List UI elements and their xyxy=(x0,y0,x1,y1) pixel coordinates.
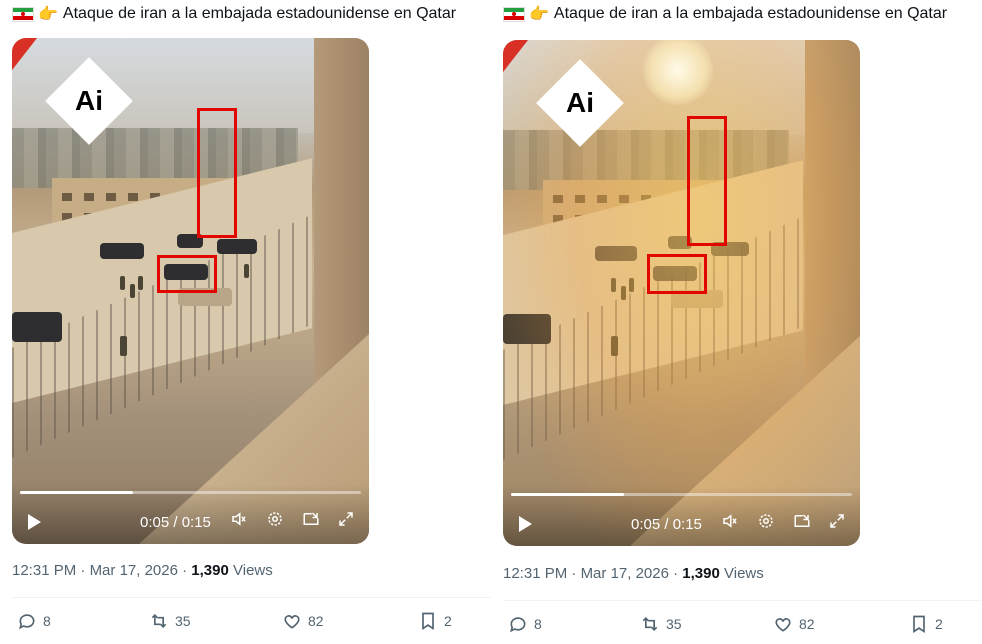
bookmark-count: 2 xyxy=(444,613,452,629)
meta-separator: · xyxy=(182,562,188,579)
video-control-row: 0:05 / 0:15 xyxy=(12,510,369,534)
meta-separator: · xyxy=(673,565,679,582)
views-label: Views xyxy=(233,562,273,579)
person xyxy=(130,284,135,298)
reply-count: 8 xyxy=(43,613,51,629)
highlight-box-flagpole xyxy=(197,108,237,238)
repost-button[interactable]: 35 xyxy=(149,611,191,631)
tweet-text-content: Ataque de iran a la embajada estadounide… xyxy=(553,5,948,22)
meta-separator: · xyxy=(571,565,577,582)
volume-icon[interactable] xyxy=(228,510,250,535)
iran-flag-icon xyxy=(12,6,34,22)
tweet-panel-left: 👉 Ataque de iran a la embajada estadouni… xyxy=(0,0,491,644)
views-count: 1,390 xyxy=(682,565,720,582)
vehicle xyxy=(100,243,144,259)
bookmark-count: 2 xyxy=(935,616,943,632)
repost-count: 35 xyxy=(666,616,682,632)
video-controls: 0:05 / 0:15 xyxy=(12,484,369,544)
like-button[interactable]: 82 xyxy=(282,611,324,631)
gear-icon[interactable] xyxy=(755,512,777,537)
fullscreen-icon[interactable] xyxy=(335,510,357,535)
tweet-panel-right: 👉 Ataque de iran a la embajada estadouni… xyxy=(491,0,982,644)
highlight-box-vehicle xyxy=(647,254,707,294)
tweet-date[interactable]: Mar 17, 2026 xyxy=(581,565,669,582)
repost-icon xyxy=(642,616,658,632)
gear-icon[interactable] xyxy=(264,510,286,535)
highlight-box-flagpole xyxy=(687,116,727,246)
iran-flag-icon xyxy=(503,6,525,22)
reply-icon xyxy=(510,617,526,633)
video-controls: 0:05 / 0:15 xyxy=(503,486,860,546)
repost-icon xyxy=(151,613,167,629)
tweet-actions: 8 35 82 2 xyxy=(503,614,948,636)
fullscreen-icon[interactable] xyxy=(826,512,848,537)
vehicle xyxy=(12,312,62,342)
video-progress-bar[interactable] xyxy=(511,493,852,496)
vehicle xyxy=(217,239,257,254)
bookmark-icon xyxy=(913,615,925,634)
reply-count: 8 xyxy=(534,616,542,632)
video-time: 0:05 / 0:15 xyxy=(631,515,702,533)
heart-icon xyxy=(775,618,791,632)
video-player[interactable]: Ai 0:05 / 0:15 xyxy=(503,40,860,546)
divider xyxy=(12,597,491,598)
ai-badge: Ai xyxy=(536,59,624,147)
play-icon[interactable] xyxy=(28,514,41,530)
ai-label: Ai xyxy=(75,85,103,116)
video-progress-fill xyxy=(20,491,133,494)
views-label: Views xyxy=(724,565,764,582)
tweet-text: 👉 Ataque de iran a la embajada estadouni… xyxy=(12,4,456,24)
video-time: 0:05 / 0:15 xyxy=(140,513,211,531)
meta-separator: · xyxy=(80,562,86,579)
play-icon[interactable] xyxy=(519,516,532,532)
repost-button[interactable]: 35 xyxy=(640,614,682,634)
ai-badge: Ai xyxy=(45,57,133,145)
reply-button[interactable]: 8 xyxy=(17,611,51,631)
like-button[interactable]: 82 xyxy=(773,614,815,634)
video-player[interactable]: Ai 0:05 / 0:15 xyxy=(12,38,369,544)
volume-icon[interactable] xyxy=(719,512,741,537)
picture-in-picture-icon[interactable] xyxy=(300,510,322,535)
picture-in-picture-icon[interactable] xyxy=(791,512,813,537)
person xyxy=(120,336,127,356)
video-control-row: 0:05 / 0:15 xyxy=(503,512,860,536)
divider xyxy=(503,600,982,601)
person xyxy=(138,276,143,290)
tweet-time[interactable]: 12:31 PM xyxy=(12,562,76,579)
person xyxy=(120,276,125,290)
ai-label: Ai xyxy=(566,87,594,118)
bookmark-icon xyxy=(422,612,434,631)
tweet-time[interactable]: 12:31 PM xyxy=(503,565,567,582)
reply-button[interactable]: 8 xyxy=(508,614,542,634)
bookmark-button[interactable]: 2 xyxy=(909,614,943,634)
backhand-index-pointing-right-icon: 👉 xyxy=(529,6,549,23)
tweet-text: 👉 Ataque de iran a la embajada estadouni… xyxy=(503,4,947,24)
reply-icon xyxy=(19,614,35,630)
tweet-meta: 12:31 PM · Mar 17, 2026 · 1,390 Views xyxy=(12,562,273,579)
repost-count: 35 xyxy=(175,613,191,629)
heart-icon xyxy=(284,615,300,629)
views-count: 1,390 xyxy=(191,562,229,579)
video-progress-bar[interactable] xyxy=(20,491,361,494)
highlight-box-vehicle xyxy=(157,255,217,293)
like-count: 82 xyxy=(308,613,324,629)
person xyxy=(244,264,249,278)
video-progress-fill xyxy=(511,493,624,496)
tweet-date[interactable]: Mar 17, 2026 xyxy=(90,562,178,579)
backhand-index-pointing-right-icon: 👉 xyxy=(38,6,58,23)
bookmark-button[interactable]: 2 xyxy=(418,611,452,631)
tweet-actions: 8 35 82 2 xyxy=(12,611,457,633)
tweet-meta: 12:31 PM · Mar 17, 2026 · 1,390 Views xyxy=(503,565,764,582)
tweet-text-content: Ataque de iran a la embajada estadounide… xyxy=(62,5,457,22)
like-count: 82 xyxy=(799,616,815,632)
